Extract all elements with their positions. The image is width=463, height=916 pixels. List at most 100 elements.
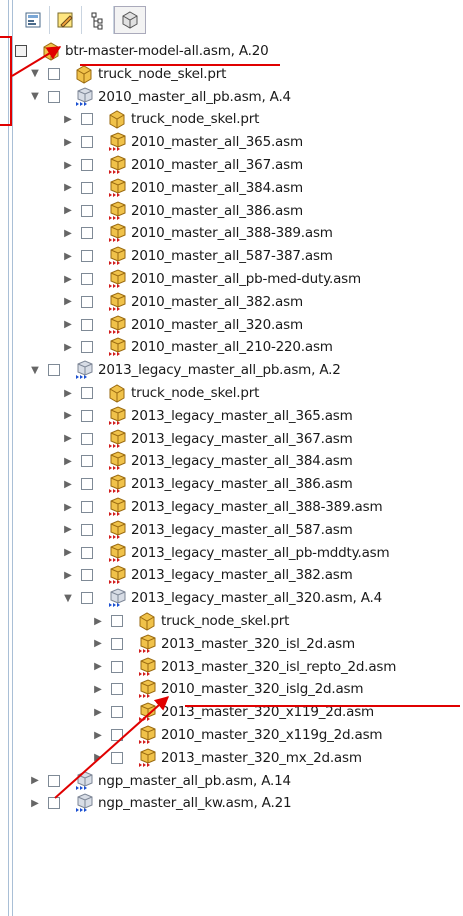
tree-checkbox[interactable] <box>81 318 93 331</box>
tree-checkbox[interactable] <box>81 227 93 240</box>
tree-config-button[interactable] <box>18 6 50 34</box>
tree-row[interactable]: ▶ 2010_master_all_365.asm <box>63 132 303 152</box>
collapse-right-icon[interactable]: ▶ <box>63 114 73 125</box>
tree-checkbox[interactable] <box>81 478 93 491</box>
tree-row[interactable]: ▶ 2010_master_320_x119g_2d.asm <box>93 725 383 745</box>
tree-checkbox[interactable] <box>81 387 93 399</box>
collapse-right-icon[interactable]: ▶ <box>63 182 73 193</box>
collapse-right-icon[interactable]: ▶ <box>63 388 73 399</box>
collapse-right-icon[interactable]: ▶ <box>63 296 73 307</box>
tree-row[interactable]: ▶ 2010_master_all_367.asm <box>63 155 303 175</box>
tree-row[interactable]: ▼ 2013_legacy_master_all_pb.asm, A.2 <box>30 360 341 380</box>
tree-row[interactable]: ▶ 2010_master_all_587-387.asm <box>63 246 333 266</box>
tree-checkbox[interactable] <box>111 615 123 627</box>
tree-checkbox[interactable] <box>81 501 93 513</box>
edit-button[interactable] <box>50 6 82 34</box>
tree-row[interactable]: btr-master-model-all.asm, A.20 <box>15 41 269 61</box>
tree-checkbox[interactable] <box>111 683 123 696</box>
collapse-right-icon[interactable]: ▶ <box>63 433 73 444</box>
tree-checkbox[interactable] <box>81 341 93 354</box>
tree-checkbox[interactable] <box>81 569 93 582</box>
collapse-right-icon[interactable]: ▶ <box>93 684 103 695</box>
tree-row[interactable]: ▼ 2013_legacy_master_all_320.asm, A.4 <box>63 588 382 608</box>
tree-row[interactable]: ▶ 2013_legacy_master_all_365.asm <box>63 406 353 426</box>
expand-down-icon[interactable]: ▼ <box>63 593 73 604</box>
collapse-right-icon[interactable]: ▶ <box>63 205 73 216</box>
tree-row[interactable]: ▶ 2010_master_all_384.asm <box>63 178 303 198</box>
tree-checkbox[interactable] <box>48 797 60 810</box>
tree-checkbox[interactable] <box>81 204 93 217</box>
collapse-right-icon[interactable]: ▶ <box>63 410 73 421</box>
collapse-right-icon[interactable]: ▶ <box>63 251 73 262</box>
collapse-right-icon[interactable]: ▶ <box>63 524 73 535</box>
tree-checkbox[interactable] <box>81 250 93 263</box>
expand-down-icon[interactable]: ▼ <box>30 68 40 79</box>
tree-row[interactable]: ▶ 2010_master_all_210-220.asm <box>63 337 333 357</box>
tree-checkbox[interactable] <box>81 273 93 285</box>
tree-row[interactable]: ▶ truck_node_skel.prt <box>63 383 259 403</box>
tree-row[interactable]: ▶ 2013_legacy_master_all_pb-mddty.asm <box>63 543 390 563</box>
hierarchy-button[interactable] <box>82 6 114 34</box>
tree-row[interactable]: ▶ ngp_master_all_kw.asm, A.21 <box>30 793 292 813</box>
tree-checkbox[interactable] <box>111 729 123 741</box>
collapse-right-icon[interactable]: ▶ <box>63 342 73 353</box>
tree-row[interactable]: ▶ 2013_legacy_master_all_587.asm <box>63 520 353 540</box>
collapse-right-icon[interactable]: ▶ <box>93 707 103 718</box>
tree-checkbox[interactable] <box>111 660 123 673</box>
model-view-button[interactable] <box>114 6 146 34</box>
tree-row[interactable]: ▶ 2010_master_all_320.asm <box>63 315 303 335</box>
collapse-right-icon[interactable]: ▶ <box>93 730 103 741</box>
collapse-right-icon[interactable]: ▶ <box>30 798 40 809</box>
tree-row[interactable]: ▶ 2010_master_all_382.asm <box>63 292 303 312</box>
collapse-right-icon[interactable]: ▶ <box>63 547 73 558</box>
expand-down-icon[interactable]: ▼ <box>30 365 40 376</box>
collapse-right-icon[interactable]: ▶ <box>63 570 73 581</box>
tree-checkbox[interactable] <box>48 90 60 103</box>
collapse-right-icon[interactable]: ▶ <box>63 319 73 330</box>
expand-down-icon[interactable]: ▼ <box>30 91 40 102</box>
collapse-right-icon[interactable]: ▶ <box>63 456 73 467</box>
tree-row[interactable]: ▶ 2013_legacy_master_all_384.asm <box>63 451 353 471</box>
tree-row[interactable]: ▶ 2013_legacy_master_all_386.asm <box>63 474 353 494</box>
collapse-right-icon[interactable]: ▶ <box>63 479 73 490</box>
tree-checkbox[interactable] <box>15 45 27 57</box>
tree-checkbox[interactable] <box>111 637 123 650</box>
tree-row[interactable]: ▶ 2010_master_all_pb-med-duty.asm <box>63 269 361 289</box>
tree-row[interactable]: ▶ 2010_master_all_386.asm <box>63 201 303 221</box>
tree-checkbox[interactable] <box>81 136 93 149</box>
collapse-right-icon[interactable]: ▶ <box>63 274 73 285</box>
tree-row[interactable]: ▶ 2013_master_320_mx_2d.asm <box>93 748 362 768</box>
tree-row[interactable]: ▼ truck_node_skel.prt <box>30 64 226 84</box>
tree-row[interactable]: ▼ 2010_master_all_pb.asm, A.4 <box>30 87 291 107</box>
tree-row[interactable]: ▶ 2010_master_320_islg_2d.asm <box>93 679 364 699</box>
collapse-right-icon[interactable]: ▶ <box>63 160 73 171</box>
collapse-right-icon[interactable]: ▶ <box>93 616 103 627</box>
tree-checkbox[interactable] <box>81 432 93 445</box>
collapse-right-icon[interactable]: ▶ <box>93 661 103 672</box>
collapse-right-icon[interactable]: ▶ <box>30 775 40 786</box>
tree-row[interactable]: ▶ truck_node_skel.prt <box>63 109 259 129</box>
tree-row[interactable]: ▶ 2013_master_320_isl_2d.asm <box>93 634 355 654</box>
collapse-right-icon[interactable]: ▶ <box>63 137 73 148</box>
tree-checkbox[interactable] <box>81 159 93 171</box>
tree-checkbox[interactable] <box>81 523 93 536</box>
collapse-right-icon[interactable]: ▶ <box>63 502 73 513</box>
tree-row[interactable]: ▶ 2013_master_320_isl_repto_2d.asm <box>93 657 396 677</box>
tree-checkbox[interactable] <box>81 455 93 468</box>
tree-row[interactable]: ▶ 2013_legacy_master_all_367.asm <box>63 429 353 449</box>
tree-checkbox[interactable] <box>81 546 93 559</box>
tree-row[interactable]: ▶ ngp_master_all_pb.asm, A.14 <box>30 771 291 791</box>
tree-checkbox[interactable] <box>81 181 93 194</box>
tree-row[interactable]: ▶ 2013_legacy_master_all_382.asm <box>63 565 353 585</box>
collapse-right-icon[interactable]: ▶ <box>93 638 103 649</box>
tree-row[interactable]: ▶ 2013_legacy_master_all_388-389.asm <box>63 497 383 517</box>
tree-checkbox[interactable] <box>48 67 60 80</box>
tree-row[interactable]: ▶ truck_node_skel.prt <box>93 611 289 631</box>
tree-checkbox[interactable] <box>48 364 60 377</box>
collapse-right-icon[interactable]: ▶ <box>93 752 103 763</box>
collapse-right-icon[interactable]: ▶ <box>63 228 73 239</box>
tree-checkbox[interactable] <box>48 774 60 787</box>
tree-checkbox[interactable] <box>81 113 93 126</box>
tree-checkbox[interactable] <box>111 751 123 764</box>
tree-checkbox[interactable] <box>81 409 93 422</box>
